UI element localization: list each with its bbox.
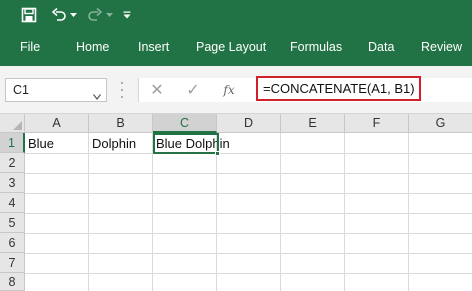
- active-cell-border: [153, 133, 219, 154]
- tab-page-layout[interactable]: Page Layout: [196, 40, 266, 54]
- column-header-f[interactable]: F: [345, 114, 409, 133]
- tab-data[interactable]: Data: [368, 40, 394, 54]
- insert-function-icon[interactable]: fx: [219, 81, 239, 99]
- column-header-g[interactable]: G: [409, 114, 472, 133]
- grid-line: [152, 133, 153, 291]
- fill-handle[interactable]: [215, 151, 220, 156]
- row-header-6[interactable]: 6: [0, 233, 25, 253]
- quick-access-toolbar: [0, 0, 472, 30]
- formula-input[interactable]: =CONCATENATE(A1, B1): [256, 76, 421, 101]
- undo-dropdown-icon[interactable]: [68, 6, 78, 24]
- row-header-1[interactable]: 1: [0, 133, 25, 153]
- undo-icon[interactable]: [50, 6, 68, 24]
- column-header-c[interactable]: C: [153, 114, 217, 133]
- cell-a1[interactable]: Blue: [25, 134, 88, 153]
- formula-bar-resize-grip[interactable]: [120, 82, 124, 98]
- column-header-d[interactable]: D: [217, 114, 281, 133]
- ribbon-tabs: File Home Insert Page Layout Formulas Da…: [0, 30, 472, 66]
- cancel-icon[interactable]: ✕: [147, 81, 167, 99]
- grid-line: [25, 233, 472, 234]
- customize-qat-icon[interactable]: [121, 6, 133, 24]
- row-header-4[interactable]: 4: [0, 193, 25, 213]
- grid-line: [25, 253, 472, 254]
- grid-line: [25, 153, 472, 154]
- row-header-8[interactable]: 8: [0, 273, 25, 291]
- redo-icon: [86, 6, 104, 24]
- grid-line: [216, 133, 217, 291]
- tab-home[interactable]: Home: [76, 40, 109, 54]
- grid-line: [25, 213, 472, 214]
- row-header-5[interactable]: 5: [0, 213, 25, 233]
- column-header-e[interactable]: E: [281, 114, 345, 133]
- save-icon[interactable]: [20, 6, 38, 24]
- tab-file[interactable]: File: [20, 40, 40, 54]
- cell-b1[interactable]: Dolphin: [89, 134, 152, 153]
- formula-text: =CONCATENATE(A1, B1): [263, 81, 415, 96]
- chevron-down-icon[interactable]: [93, 87, 101, 105]
- tab-formulas[interactable]: Formulas: [290, 40, 342, 54]
- worksheet-grid: A B C D E F G 1 2 3 4 5 6 7 8 Blue Dolph…: [0, 114, 472, 291]
- name-box[interactable]: C1: [5, 78, 107, 102]
- column-header-a[interactable]: A: [25, 114, 89, 133]
- grid-line: [25, 173, 472, 174]
- grid-line: [88, 133, 89, 291]
- row-header-3[interactable]: 3: [0, 173, 25, 193]
- row-header-2[interactable]: 2: [0, 153, 25, 173]
- grid-line: [344, 133, 345, 291]
- tab-review[interactable]: Review: [421, 40, 462, 54]
- tab-insert[interactable]: Insert: [138, 40, 169, 54]
- name-box-value: C1: [13, 83, 29, 97]
- grid-line: [280, 133, 281, 291]
- redo-dropdown-icon: [104, 6, 114, 24]
- enter-icon[interactable]: ✓: [183, 81, 203, 99]
- grid-line: [408, 133, 409, 291]
- grid-line: [25, 193, 472, 194]
- row-header-7[interactable]: 7: [0, 253, 25, 273]
- grid-line: [25, 273, 472, 274]
- select-all-button[interactable]: [0, 114, 25, 133]
- column-header-b[interactable]: B: [89, 114, 153, 133]
